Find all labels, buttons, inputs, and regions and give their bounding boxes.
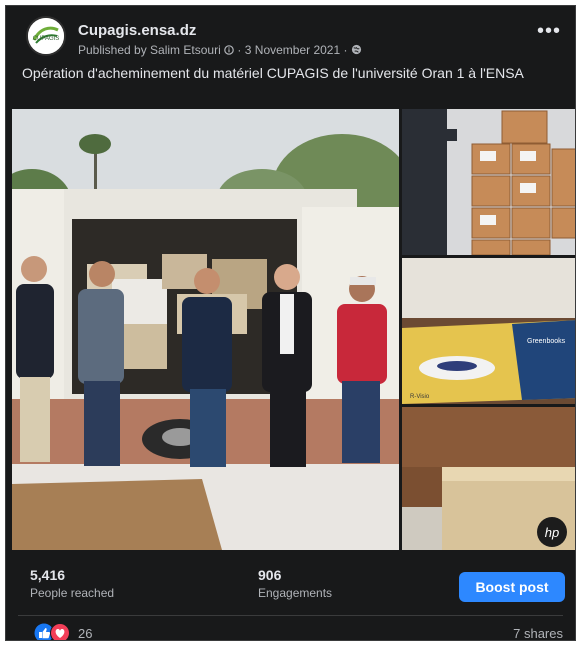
published-by[interactable]: Published by Salim Etsouri bbox=[78, 43, 221, 57]
post-date[interactable]: 3 November 2021 bbox=[245, 43, 340, 57]
box-brand-label: Greenbooks bbox=[527, 338, 566, 345]
globe-icon[interactable] bbox=[351, 43, 362, 57]
people-reached-label: People reached bbox=[30, 586, 115, 600]
shares-count[interactable]: 7 shares bbox=[513, 626, 563, 640]
post-card: CUPAGIS Cupagis.ensa.dz Published by Sal… bbox=[5, 5, 576, 641]
divider bbox=[18, 615, 563, 616]
post-meta: Published by Salim Etsouri · 3 November … bbox=[78, 43, 362, 57]
page-name[interactable]: Cupagis.ensa.dz bbox=[78, 22, 196, 39]
meta-separator: · bbox=[343, 43, 348, 57]
love-icon bbox=[50, 623, 70, 640]
people-reached-value[interactable]: 5,416 bbox=[30, 567, 65, 583]
avatar[interactable]: CUPAGIS bbox=[26, 16, 66, 56]
more-options-button[interactable]: ••• bbox=[537, 20, 561, 43]
meta-separator: · bbox=[237, 43, 242, 57]
box-text: R-Visio bbox=[410, 394, 430, 400]
boost-post-button[interactable]: Boost post bbox=[459, 572, 565, 602]
page-logo: CUPAGIS bbox=[28, 18, 64, 54]
svg-text:CUPAGIS: CUPAGIS bbox=[33, 36, 60, 42]
photo-hp-box[interactable]: hp bbox=[402, 407, 575, 550]
main-photo[interactable] bbox=[12, 109, 399, 550]
reaction-count[interactable]: 26 bbox=[78, 626, 92, 640]
post-caption: Opération d'acheminement du matériel CUP… bbox=[22, 65, 524, 81]
info-icon bbox=[224, 43, 237, 57]
photo-product-box[interactable]: Greenbooks R-Visio bbox=[402, 258, 575, 404]
engagements-label: Engagements bbox=[258, 586, 333, 600]
photo-boxes-stack[interactable] bbox=[402, 109, 575, 255]
engagements-value[interactable]: 906 bbox=[258, 567, 281, 583]
hp-logo: hp bbox=[545, 525, 559, 540]
photo-gallery: Greenbooks R-Visio hp bbox=[6, 106, 575, 551]
